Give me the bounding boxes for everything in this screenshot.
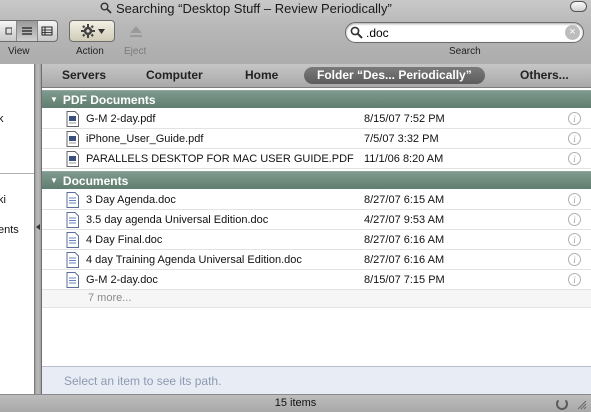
info-icon[interactable]: i [568,193,581,206]
file-date: 8/27/07 6:16 AM [364,233,445,246]
group-title: Documents [62,173,129,188]
group-title: PDF Documents [62,92,156,107]
scope-servers[interactable]: Servers [62,67,106,84]
file-date: 8/15/07 7:52 PM [364,112,445,125]
view-list-button[interactable] [17,21,38,41]
scope-others[interactable]: Others... [520,67,569,84]
toolbar-toggle-button[interactable] [570,1,587,12]
column-view-icon [41,26,53,36]
eject-button[interactable] [125,22,147,40]
file-name: G-M 2-day.doc [86,273,158,286]
info-icon[interactable]: i [568,112,581,125]
info-icon[interactable]: i [568,253,581,266]
table-row[interactable]: 3.5 day agenda Universal Edition.doc 4/2… [42,210,591,230]
doc-file-icon [66,232,79,248]
file-date: 11/1/06 8:20 AM [364,152,444,165]
search-input[interactable] [363,25,565,40]
show-more-row[interactable]: 7 more... [42,290,591,308]
table-row[interactable]: G-M 2-day.doc 8/15/07 7:15 PM i [42,270,591,290]
pdf-file-icon [66,151,79,167]
view-icon-button[interactable] [0,21,18,41]
clear-search-button[interactable]: × [565,25,580,40]
resize-grip-icon[interactable] [575,398,587,410]
path-bar: Select an item to see its path. [42,366,591,394]
file-name: 4 day Training Agenda Universal Edition.… [86,253,302,266]
group-header-pdf[interactable]: ▼ PDF Documents [42,90,591,108]
file-date: 4/27/07 9:53 AM [364,213,445,226]
sidebar-item-fragment[interactable]: ents [0,224,19,236]
list-view-icon [21,27,32,35]
doc-file-icon [66,212,79,228]
view-column-button[interactable] [38,21,57,41]
splitter-handle-icon[interactable] [36,224,40,230]
eject-label: Eject [124,46,147,57]
eject-icon [130,25,142,37]
table-row[interactable]: PARALLELS DESKTOP FOR MAC USER GUIDE.PDF… [42,149,591,169]
info-icon[interactable]: i [568,132,581,145]
toolbar: Searching “Desktop Stuff – Review Period… [0,0,591,64]
scope-computer[interactable]: Computer [146,67,203,84]
disclosure-triangle-icon[interactable]: ▼ [50,95,58,104]
file-date: 8/27/07 6:16 AM [364,253,445,266]
show-more-link[interactable]: 7 more... [88,292,131,304]
magnifier-icon [100,2,112,14]
results-pane: Servers Computer Home Folder “Des... Per… [41,64,591,394]
table-row[interactable]: 4 day Training Agenda Universal Edition.… [42,250,591,270]
status-bar: 15 items [0,394,591,412]
progress-spinner-icon [556,398,568,410]
table-row[interactable]: G-M 2-day.pdf 8/15/07 7:52 PM i [42,109,591,129]
pdf-file-icon [66,111,79,127]
file-name: 3 Day Agenda.doc [86,193,176,206]
file-name: PARALLELS DESKTOP FOR MAC USER GUIDE.PDF [86,152,354,165]
file-name: iPhone_User_Guide.pdf [86,132,204,145]
search-label: Search [449,46,481,57]
scope-home[interactable]: Home [245,67,278,84]
table-row[interactable]: iPhone_User_Guide.pdf 7/5/07 3:32 PM i [42,129,591,149]
file-name: 4 Day Final.doc [86,233,163,246]
view-label: View [8,46,30,57]
scope-folder[interactable]: Folder “Des... Periodically” [304,67,485,84]
doc-file-icon [66,252,79,268]
action-label: Action [76,46,104,57]
chevron-down-icon [97,28,105,34]
doc-file-icon [66,192,79,208]
info-icon[interactable]: i [568,233,581,246]
info-icon[interactable]: i [568,273,581,286]
sidebar: k ki ents [0,64,35,394]
file-date: 7/5/07 3:32 PM [364,132,439,145]
window-title: Searching “Desktop Stuff – Review Period… [100,0,480,16]
icon-view-icon [5,27,12,35]
view-segmented-control[interactable] [0,20,58,42]
table-row[interactable]: 3 Day Agenda.doc 8/27/07 6:15 AM i [42,190,591,210]
disclosure-triangle-icon[interactable]: ▼ [50,176,58,185]
doc-file-icon [66,272,79,288]
gear-icon [80,24,95,38]
sidebar-separator [0,173,34,174]
file-date: 8/15/07 7:15 PM [364,273,445,286]
group-header-documents[interactable]: ▼ Documents [42,171,591,189]
search-icon [350,26,363,39]
item-count: 15 items [274,397,317,409]
info-icon[interactable]: i [568,213,581,226]
pdf-file-icon [66,131,79,147]
sidebar-item-fragment[interactable]: k [0,113,4,125]
action-button[interactable] [69,20,115,42]
file-name: G-M 2-day.pdf [86,112,156,125]
sidebar-item-fragment[interactable]: ki [0,194,6,206]
info-icon[interactable]: i [568,152,581,165]
file-date: 8/27/07 6:15 AM [364,193,445,206]
scope-bar: Servers Computer Home Folder “Des... Per… [42,64,591,88]
window-title-text: Searching “Desktop Stuff – Review Period… [116,0,392,16]
table-row[interactable]: 4 Day Final.doc 8/27/07 6:16 AM i [42,230,591,250]
search-field[interactable]: × [345,22,584,43]
file-name: 3.5 day agenda Universal Edition.doc [86,213,269,226]
path-placeholder: Select an item to see its path. [64,374,222,388]
